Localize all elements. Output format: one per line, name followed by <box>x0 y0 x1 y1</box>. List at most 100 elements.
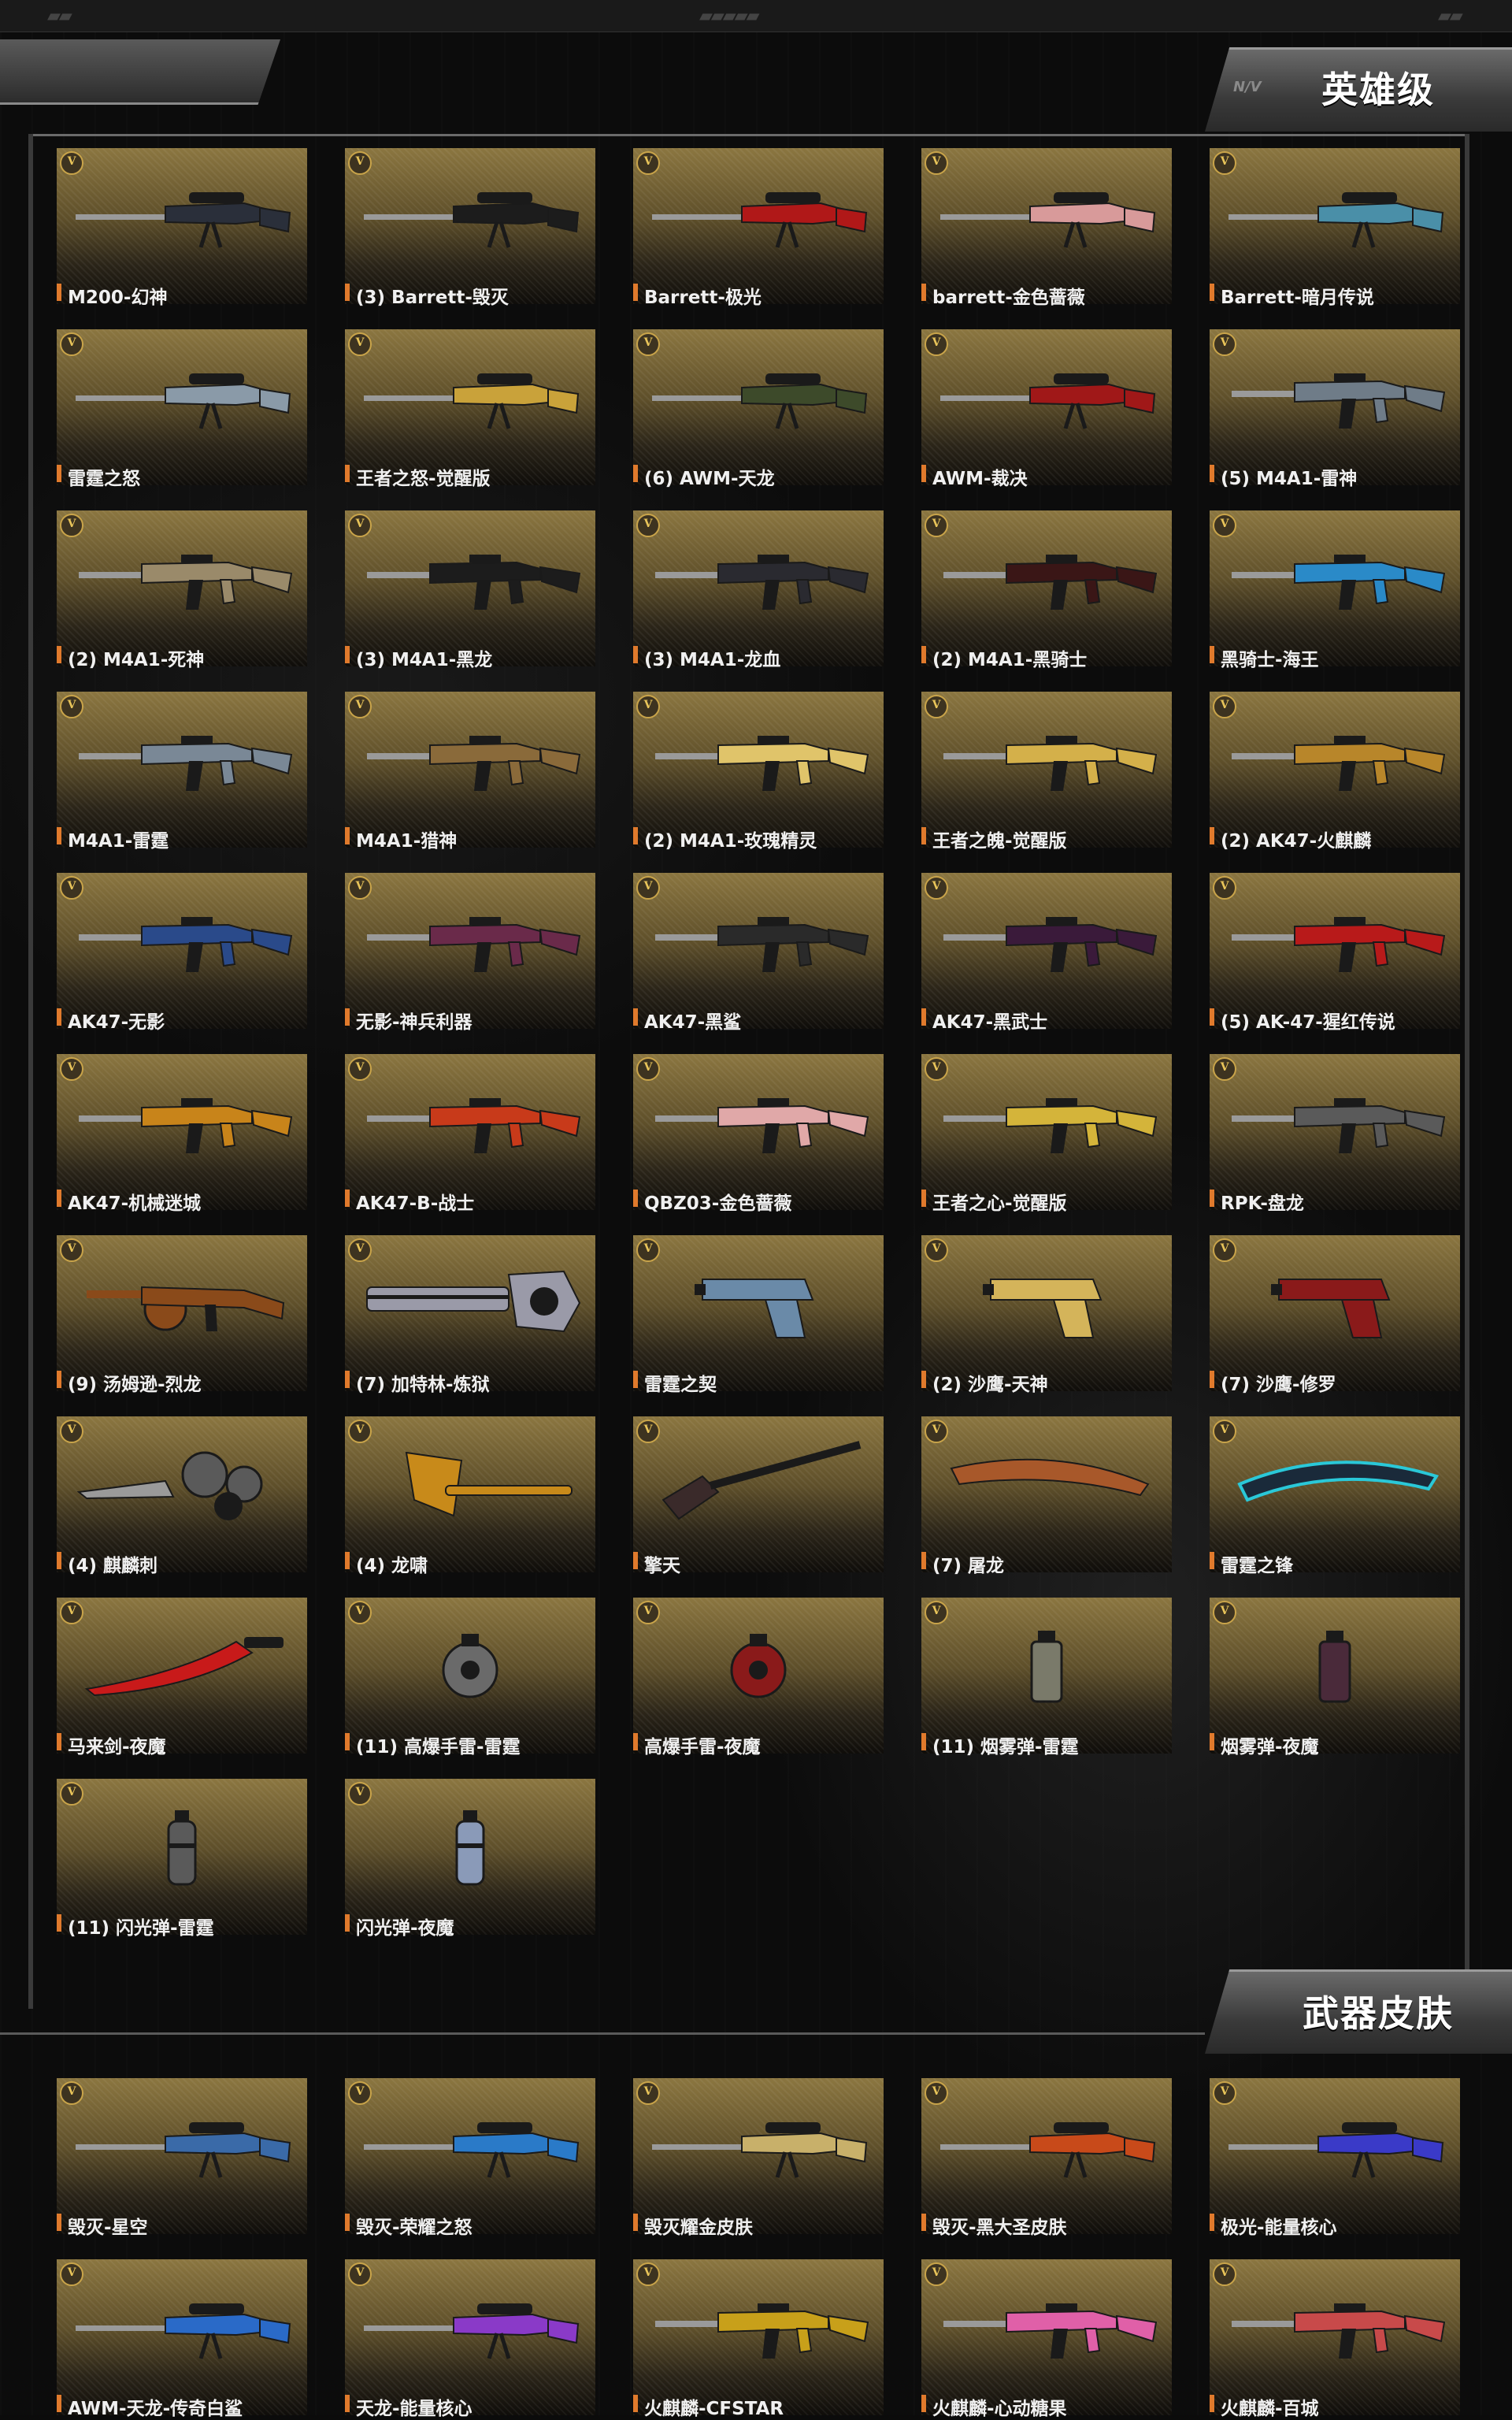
weapon-name: (2) M4A1-死神 <box>68 650 205 670</box>
weapon-name: 毁灭-荣耀之怒 <box>356 2218 472 2238</box>
weapon-card[interactable]: V Barrett-极光 <box>633 148 884 308</box>
weapon-card[interactable]: V (6) AWM-天龙 <box>633 329 884 489</box>
pistol-icon <box>1271 1279 1391 1338</box>
weapon-card[interactable]: V M4A1-猎神 <box>345 692 595 852</box>
weapon-card[interactable]: V 极光-能量核心 <box>1210 2078 1460 2238</box>
weapon-card[interactable]: V Barrett-暗月传说 <box>1210 148 1460 308</box>
weapon-card[interactable]: V (5) M4A1-雷神 <box>1210 329 1460 489</box>
sniper-rifle-icon <box>76 2303 291 2359</box>
name-accent-bar <box>633 1190 638 1207</box>
weapon-card[interactable]: V 无影-神兵利器 <box>345 873 595 1033</box>
weapon-name: (4) 麒麟刺 <box>68 1556 158 1576</box>
weapon-card[interactable]: V (4) 龙啸 <box>345 1416 595 1576</box>
weapon-name: M200-幻神 <box>68 288 168 308</box>
machete-icon <box>950 1458 1150 1497</box>
name-accent-bar <box>633 646 638 663</box>
weapon-card[interactable]: V 马来剑-夜魔 <box>57 1598 307 1757</box>
weapon-card[interactable]: V AK47-黑鲨 <box>633 873 884 1033</box>
weapon-name: (9) 汤姆逊-烈龙 <box>68 1375 202 1395</box>
weapon-card[interactable]: V 黑骑士-海王 <box>1210 510 1460 670</box>
weapon-card[interactable]: V (2) M4A1-玫瑰精灵 <box>633 692 884 852</box>
weapon-card[interactable]: V (11) 烟雾弹-雷霆 <box>921 1598 1172 1757</box>
weapon-card[interactable]: V (11) 高爆手雷-雷霆 <box>345 1598 595 1757</box>
name-accent-bar <box>345 1371 350 1388</box>
weapon-card[interactable]: V (4) 麒麟刺 <box>57 1416 307 1576</box>
weapon-card[interactable]: V 擎天 <box>633 1416 884 1576</box>
weapon-card[interactable]: V AK47-黑武士 <box>921 873 1172 1033</box>
weapon-card[interactable]: V 火麒麟-百城 <box>1210 2259 1460 2419</box>
name-accent-bar <box>345 827 350 844</box>
weapon-card[interactable]: V 高爆手雷-夜魔 <box>633 1598 884 1757</box>
weapon-card[interactable]: V 王者之魄-觉醒版 <box>921 692 1172 852</box>
weapon-card[interactable]: V AK47-无影 <box>57 873 307 1033</box>
weapon-card[interactable]: V 毁灭-星空 <box>57 2078 307 2238</box>
weapon-name: QBZ03-金色蔷薇 <box>644 1193 792 1214</box>
weapon-card[interactable]: V AK47-机械迷城 <box>57 1054 307 1214</box>
name-accent-bar <box>57 1190 61 1207</box>
weapon-card[interactable]: V 毁灭-荣耀之怒 <box>345 2078 595 2238</box>
weapon-card[interactable]: V AWM-天龙-传奇白鲨 <box>57 2259 307 2419</box>
assault-rifle-icon <box>79 1098 293 1153</box>
assault-rifle-icon <box>655 736 869 791</box>
name-accent-bar <box>1210 1008 1214 1026</box>
sniper-rifle-icon <box>940 373 1156 429</box>
weapon-name: (5) M4A1-雷神 <box>1221 469 1358 489</box>
sniper-rifle-icon <box>1228 2122 1444 2178</box>
weapon-card[interactable]: V 天龙-能量核心 <box>345 2259 595 2419</box>
weapon-card[interactable]: V (2) AK47-火麒麟 <box>1210 692 1460 852</box>
assault-rifle-icon <box>655 917 869 972</box>
sniper-rifle-icon <box>364 192 580 248</box>
assault-rifle-icon <box>367 1098 581 1153</box>
weapon-card[interactable]: V 闪光弹-夜魔 <box>345 1779 595 1939</box>
weapon-card[interactable]: V 毁灭耀金皮肤 <box>633 2078 884 2238</box>
name-accent-bar <box>1210 827 1214 844</box>
name-accent-bar <box>1210 646 1214 663</box>
weapon-card[interactable]: V (9) 汤姆逊-烈龙 <box>57 1235 307 1395</box>
name-accent-bar <box>57 1008 61 1026</box>
top-bar: ▰▰ ▰▰▰▰▰ ▰▰ <box>0 0 1512 32</box>
weapon-card[interactable]: V 王者之心-觉醒版 <box>921 1054 1172 1214</box>
weapon-card[interactable]: V (5) AK-47-猩红传说 <box>1210 873 1460 1033</box>
weapon-card[interactable]: V M4A1-雷霆 <box>57 692 307 852</box>
weapon-card[interactable]: V (7) 加特林-炼狱 <box>345 1235 595 1395</box>
name-accent-bar <box>57 465 61 482</box>
smoke-grenade-icon <box>1030 1631 1063 1703</box>
weapon-card[interactable]: V AWM-裁决 <box>921 329 1172 489</box>
weapon-card[interactable]: V 毁灭-黑大圣皮肤 <box>921 2078 1172 2238</box>
assault-rifle-icon <box>367 555 581 610</box>
weapon-card[interactable]: V 雷霆之契 <box>633 1235 884 1395</box>
weapon-card[interactable]: V 火麒麟-心动糖果 <box>921 2259 1172 2419</box>
grenade-icon <box>442 1634 498 1698</box>
weapon-card[interactable]: V (2) M4A1-死神 <box>57 510 307 670</box>
weapon-name: 火麒麟-百城 <box>1221 2399 1319 2419</box>
weapon-card[interactable]: V (3) M4A1-黑龙 <box>345 510 595 670</box>
assault-rifle-icon <box>367 736 581 791</box>
name-accent-bar <box>345 1190 350 1207</box>
weapon-name: (4) 龙啸 <box>356 1556 428 1576</box>
weapon-card[interactable]: V (11) 闪光弹-雷霆 <box>57 1779 307 1939</box>
weapon-card[interactable]: V AK47-B-战士 <box>345 1054 595 1214</box>
weapon-card[interactable]: V 烟雾弹-夜魔 <box>1210 1598 1460 1757</box>
weapon-card[interactable]: V 雷霆之怒 <box>57 329 307 489</box>
weapon-card[interactable]: V (2) M4A1-黑骑士 <box>921 510 1172 670</box>
weapon-card[interactable]: V 雷霆之锋 <box>1210 1416 1460 1576</box>
weapon-card[interactable]: V RPK-盘龙 <box>1210 1054 1460 1214</box>
weapon-card[interactable]: V (3) Barrett-毁灭 <box>345 148 595 308</box>
assault-rifle-icon <box>655 555 869 610</box>
weapon-card[interactable]: V (2) 沙鹰-天神 <box>921 1235 1172 1395</box>
weapon-card[interactable]: V 王者之怒-觉醒版 <box>345 329 595 489</box>
weapon-card[interactable]: Vbarrett-金色蔷薇 <box>921 148 1172 308</box>
assault-rifle-icon <box>655 2303 869 2359</box>
weapon-card[interactable]: V (7) 屠龙 <box>921 1416 1172 1576</box>
name-accent-bar <box>57 284 61 301</box>
sniper-rifle-icon <box>652 2122 868 2178</box>
weapon-name: 高爆手雷-夜魔 <box>644 1737 761 1757</box>
weapon-card[interactable]: V (7) 沙鹰-修罗 <box>1210 1235 1460 1395</box>
weapon-card[interactable]: V QBZ03-金色蔷薇 <box>633 1054 884 1214</box>
assault-rifle-icon <box>1232 917 1446 972</box>
name-accent-bar <box>633 2214 638 2231</box>
weapon-card[interactable]: V M200-幻神 <box>57 148 307 308</box>
weapon-card[interactable]: V (3) M4A1-龙血 <box>633 510 884 670</box>
name-accent-bar <box>57 2395 61 2412</box>
weapon-card[interactable]: V 火麒麟-CFSTAR <box>633 2259 884 2419</box>
